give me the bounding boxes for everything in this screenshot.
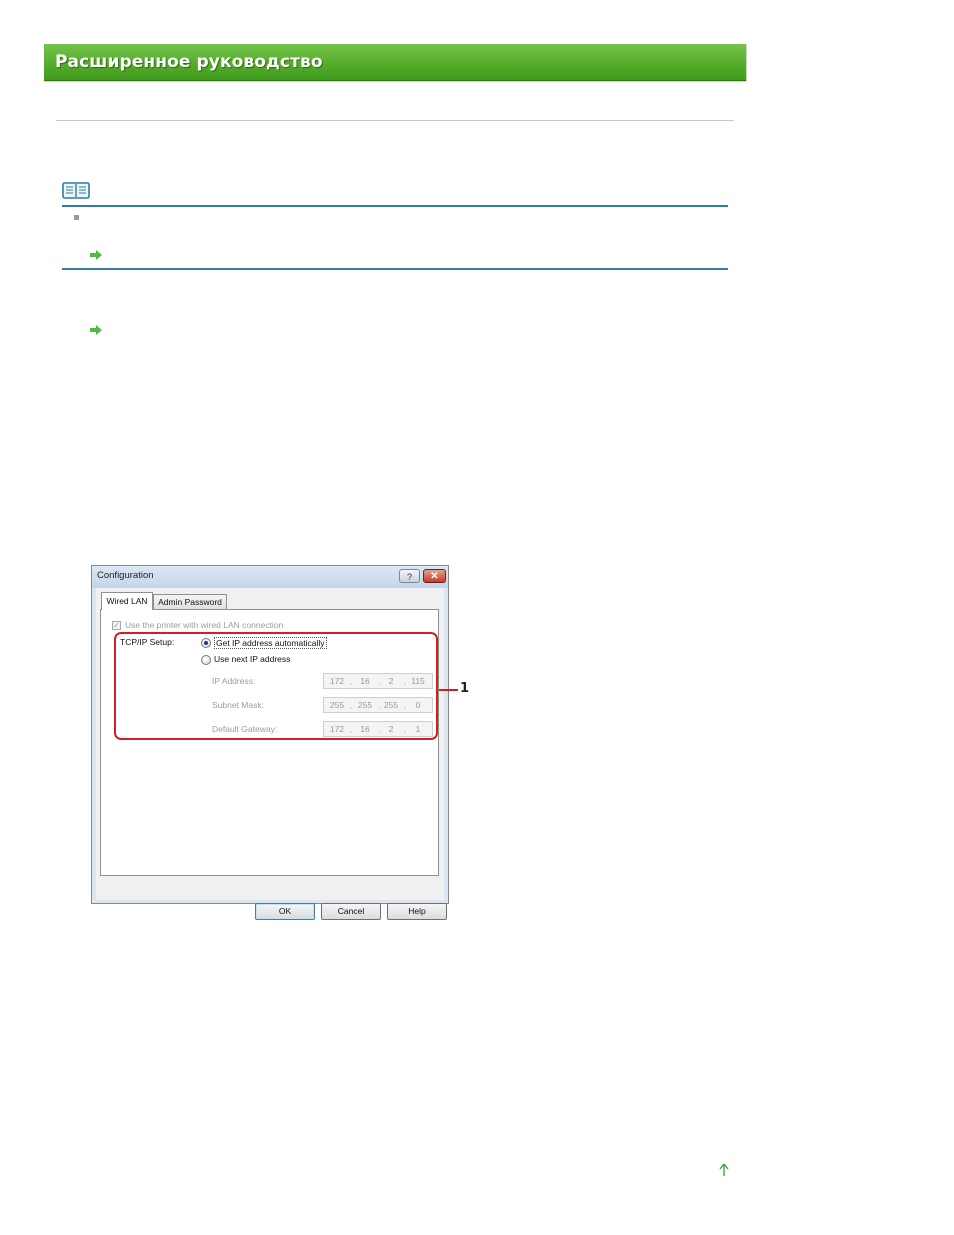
ok-button[interactable]: OK bbox=[255, 903, 315, 920]
tab-admin-password[interactable]: Admin Password bbox=[153, 594, 227, 610]
help-button[interactable]: Help bbox=[387, 903, 447, 920]
note-bullet bbox=[74, 215, 79, 220]
note-bottom-rule bbox=[62, 268, 728, 270]
tab-wired-lan[interactable]: Wired LAN bbox=[101, 592, 153, 610]
manual-banner: Расширенное руководство bbox=[44, 44, 746, 81]
use-wired-lan-checkbox[interactable]: ✓ bbox=[112, 621, 121, 630]
callout-number: 1 bbox=[460, 681, 470, 696]
top-divider bbox=[56, 120, 734, 121]
dialog-title: Configuration bbox=[97, 570, 154, 581]
banner-title: Расширенное руководство bbox=[55, 52, 323, 72]
green-arrow-icon[interactable] bbox=[89, 249, 103, 261]
green-arrow-icon[interactable] bbox=[89, 324, 103, 336]
close-button[interactable]: ✕ bbox=[423, 569, 446, 583]
dialog-titlebar: Configuration ? ✕ bbox=[92, 566, 448, 588]
use-wired-lan-label: Use the printer with wired LAN connectio… bbox=[125, 620, 284, 630]
cancel-button[interactable]: Cancel bbox=[321, 903, 381, 920]
book-icon bbox=[62, 182, 90, 199]
callout-leader-line bbox=[439, 689, 458, 691]
note-top-rule bbox=[62, 205, 728, 207]
help-titlebar-button[interactable]: ? bbox=[399, 569, 420, 583]
callout-highlight-box bbox=[114, 632, 438, 740]
arrow-up-icon[interactable] bbox=[718, 1163, 730, 1177]
